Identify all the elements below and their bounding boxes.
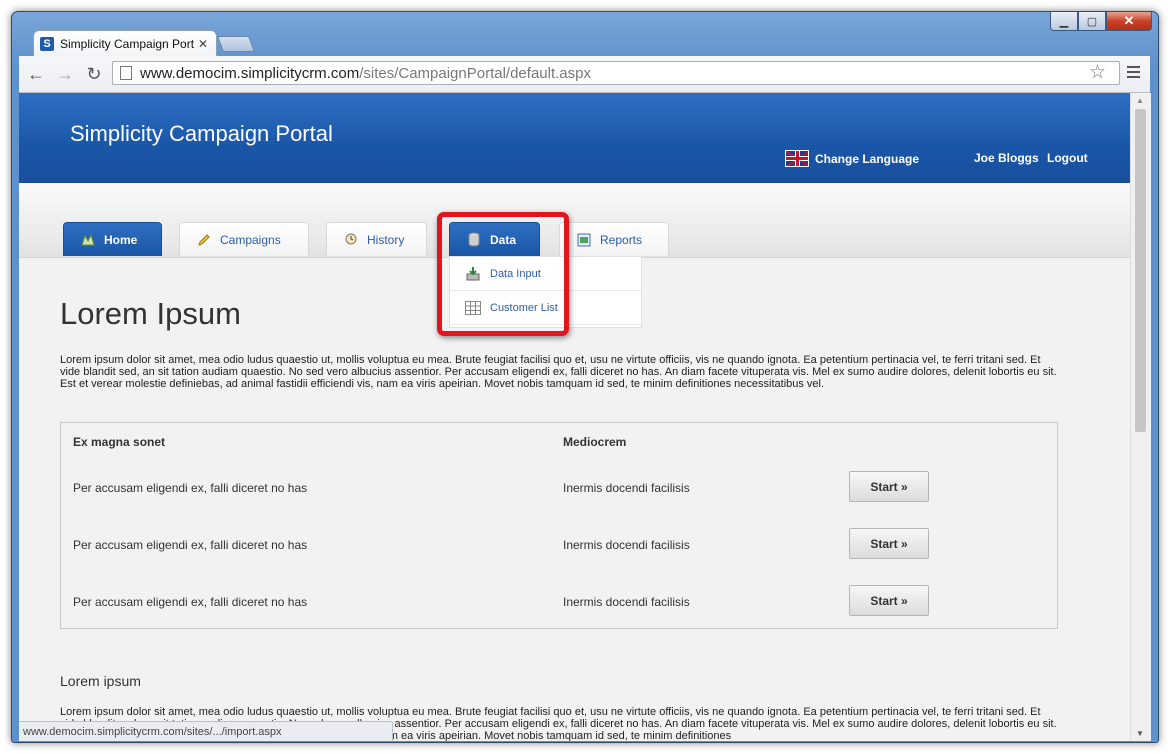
- section-subheading: Lorem ipsum: [60, 673, 141, 689]
- page-icon: [120, 66, 132, 80]
- new-tab-button[interactable]: [217, 36, 255, 52]
- scroll-up-icon[interactable]: ▲: [1136, 96, 1144, 105]
- tab-home-label: Home: [104, 232, 138, 247]
- table-cell: Inermis docendi facilisis: [563, 538, 690, 552]
- change-language-link[interactable]: Change Language: [785, 150, 919, 167]
- vertical-scrollbar[interactable]: ▲ ▼: [1130, 93, 1151, 741]
- intro-paragraph: Lorem ipsum dolor sit amet, mea odio lud…: [60, 354, 1057, 390]
- back-arrow-icon[interactable]: ←: [25, 63, 47, 85]
- menu-icon[interactable]: [1127, 66, 1140, 81]
- table-cell: Inermis docendi facilisis: [563, 595, 690, 609]
- tab-reports[interactable]: Reports: [559, 222, 669, 256]
- column-header-1: Ex magna sonet: [73, 435, 166, 449]
- tab-reports-label: Reports: [600, 232, 643, 247]
- window-controls: ▁ ▢ ✕: [1050, 12, 1152, 31]
- browser-toolbar: ← → ↻ www.democim.simplicitycrm.com/site…: [19, 56, 1150, 93]
- favicon-icon: S: [40, 36, 54, 51]
- table-cell: Per accusam eligendi ex, falli diceret n…: [73, 481, 308, 495]
- forward-arrow-icon[interactable]: →: [54, 63, 76, 85]
- url-host: www.democim.simplicitycrm.com: [140, 64, 360, 82]
- address-bar[interactable]: www.democim.simplicitycrm.com/sites/Camp…: [112, 61, 1120, 85]
- column-header-2: Mediocrem: [563, 435, 627, 449]
- scroll-down-icon[interactable]: ▼: [1136, 729, 1144, 738]
- tab-campaigns-label: Campaigns: [220, 232, 281, 247]
- annotation-highlight-box: [437, 212, 569, 336]
- minimize-button[interactable]: ▁: [1050, 12, 1078, 31]
- tab-home[interactable]: Home: [63, 222, 162, 256]
- tab-campaigns[interactable]: Campaigns: [179, 222, 309, 256]
- change-language-label: Change Language: [815, 151, 920, 166]
- history-icon: [343, 232, 359, 248]
- table-cell: Per accusam eligendi ex, falli diceret n…: [73, 595, 308, 609]
- site-title: Simplicity Campaign Portal: [70, 121, 333, 146]
- close-window-button[interactable]: ✕: [1106, 12, 1152, 31]
- site-header: Simplicity Campaign Portal Change Langua…: [19, 93, 1130, 183]
- browser-tab[interactable]: S Simplicity Campaign Port ✕: [33, 30, 217, 56]
- uk-flag-icon: [785, 150, 809, 167]
- reload-icon[interactable]: ↻: [83, 63, 105, 85]
- actions-table: Ex magna sonet Mediocrem Per accusam eli…: [60, 422, 1058, 629]
- table-cell: Per accusam eligendi ex, falli diceret n…: [73, 538, 308, 552]
- tab-history[interactable]: History: [326, 222, 427, 256]
- tab-close-icon[interactable]: ✕: [196, 37, 210, 51]
- tab-history-label: History: [367, 232, 405, 247]
- start-button[interactable]: Start »: [849, 585, 929, 616]
- bookmark-star-icon[interactable]: ☆: [1089, 62, 1106, 84]
- url-path: /sites/CampaignPortal/default.aspx: [359, 64, 591, 82]
- browser-window: ▁ ▢ ✕ S Simplicity Campaign Port ✕ ← → ↻…: [11, 11, 1159, 743]
- start-button[interactable]: Start »: [849, 471, 929, 502]
- page-title: Lorem Ipsum: [60, 296, 241, 331]
- pencil-icon: [196, 232, 212, 248]
- start-button[interactable]: Start »: [849, 528, 929, 559]
- logout-link[interactable]: Logout: [1047, 151, 1088, 165]
- status-bar: www.democim.simplicitycrm.com/sites/.../…: [19, 721, 393, 741]
- table-cell: Inermis docendi facilisis: [563, 481, 690, 495]
- user-name-link[interactable]: Joe Bloggs: [974, 151, 1039, 165]
- scrollbar-thumb[interactable]: [1135, 109, 1146, 432]
- maximize-button[interactable]: ▢: [1078, 12, 1106, 31]
- report-icon: [576, 232, 592, 248]
- home-icon: [80, 232, 96, 248]
- tab-title: Simplicity Campaign Port: [60, 36, 195, 51]
- page-viewport: Simplicity Campaign Portal Change Langua…: [19, 93, 1130, 741]
